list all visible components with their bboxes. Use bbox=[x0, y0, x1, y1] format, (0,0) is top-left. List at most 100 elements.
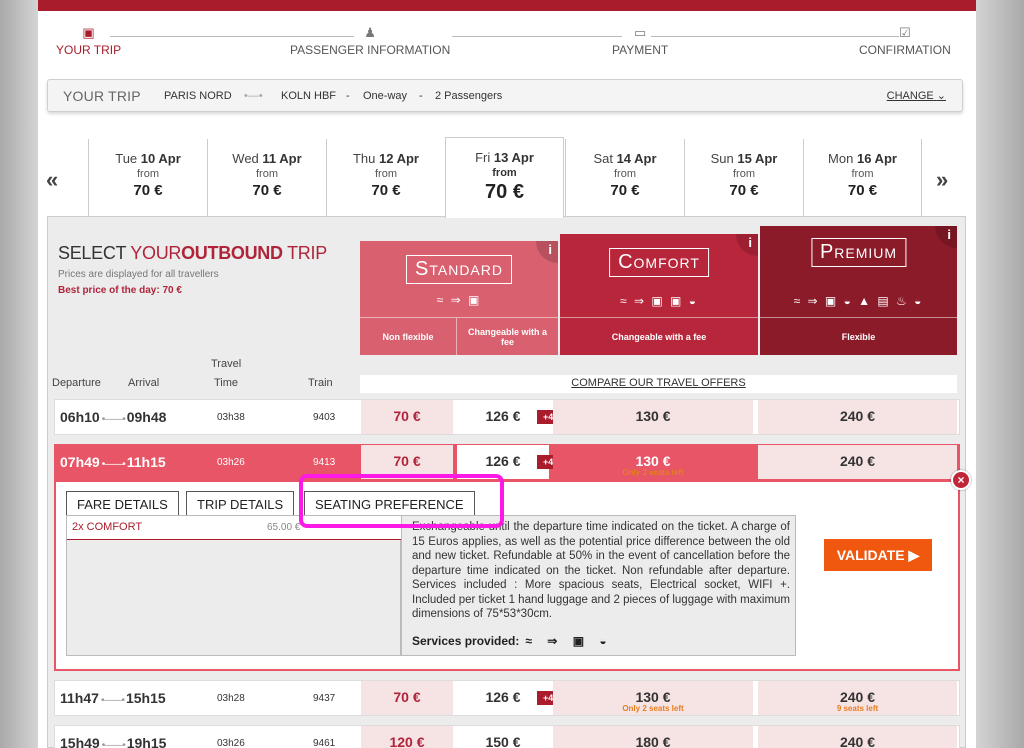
close-icon[interactable]: × bbox=[951, 470, 971, 490]
date-weekday: Tue bbox=[115, 151, 138, 166]
price-value: 126 € bbox=[485, 408, 521, 424]
fare-name: STANDARD bbox=[406, 255, 512, 284]
passenger-icon: ♟ bbox=[364, 25, 376, 40]
fare-details-panel: × FARE DETAILS TRIP DETAILS SEATING PREF… bbox=[54, 470, 971, 671]
price-standard-flex[interactable]: 126 € bbox=[457, 681, 549, 715]
date-day: 13 Apr bbox=[493, 150, 534, 165]
outbound-panel: SELECT YOUROUTBOUND TRIP Prices are disp… bbox=[47, 216, 971, 748]
train-row-selected[interactable]: 07h49 •——• 11h15 03h26 9413 70 € 126 € +4 … bbox=[54, 444, 960, 480]
price-comfort-selected[interactable]: 130 € Only 3 seats left bbox=[553, 445, 753, 479]
price-premium[interactable]: 240 € bbox=[758, 445, 957, 479]
route-arrow-icon: •——• bbox=[101, 414, 126, 425]
fare-comfort-header[interactable]: i COMFORT ≈ ⇒ ▣ ▣ ◒ Changeable with a fe… bbox=[560, 234, 758, 355]
price-premium[interactable]: 240 € bbox=[758, 726, 957, 748]
price-standard-flex[interactable]: 150 € bbox=[457, 726, 549, 748]
fare-cap: C bbox=[618, 251, 634, 273]
chevron-down-icon: ⌄ bbox=[936, 90, 946, 102]
tab-fare-details[interactable]: FARE DETAILS bbox=[66, 491, 179, 516]
price-value: 126 € bbox=[485, 453, 521, 469]
passenger-count: 2 Passengers bbox=[435, 90, 503, 102]
fare-flexibility: Non flexible bbox=[360, 317, 457, 355]
arrival-time: 19h15 bbox=[126, 735, 167, 748]
train-row[interactable]: 11h47 •——• 15h15 03h28 9437 70 € 126 € +4 … bbox=[54, 680, 960, 716]
info-icon[interactable]: i bbox=[736, 234, 758, 256]
date-tab[interactable]: Wed 11 Apr from 70 € bbox=[207, 139, 326, 217]
date-tab[interactable]: Sun 15 Apr from 70 € bbox=[684, 139, 803, 217]
seats-left-note: Only 3 seats left bbox=[622, 468, 684, 477]
train-row[interactable]: 15h49 •——• 19h15 03h26 9461 120 € 150 € 18… bbox=[54, 725, 960, 748]
top-brand-bar bbox=[38, 0, 976, 11]
price-standard[interactable]: 120 € bbox=[361, 726, 453, 748]
col-travel: Travel bbox=[211, 358, 242, 370]
price-note: Prices are displayed for all travellers bbox=[58, 269, 219, 280]
next-dates-button[interactable]: » bbox=[936, 167, 948, 193]
departure-time: 15h49 bbox=[60, 735, 100, 748]
price-value: 240 € bbox=[839, 734, 876, 748]
price-value: 240 € bbox=[839, 408, 876, 424]
fare-flexibility: Changeable with a fee bbox=[457, 317, 558, 355]
date-tab-selected[interactable]: Fri 13 Apr from 70 € bbox=[445, 137, 564, 218]
from-label: from bbox=[137, 168, 159, 180]
col-arrival: Arrival bbox=[128, 377, 160, 389]
change-trip-link[interactable]: CHANGE ⌄ bbox=[887, 89, 946, 102]
departure-time: 07h49 bbox=[60, 454, 100, 470]
price-value: 240 € bbox=[839, 453, 876, 469]
fare-premium-header[interactable]: i PREMIUM ≈ ⇒ ▣ ◒ ▲ ▤ ♨ ◒ Flexible bbox=[760, 226, 957, 355]
price-premium[interactable]: 240 €9 seats left bbox=[758, 681, 957, 715]
date-tab[interactable]: Tue 10 Apr from 70 € bbox=[88, 139, 207, 217]
step-passenger-information[interactable]: ♟ PASSENGER INFORMATION bbox=[290, 25, 450, 58]
separator: - bbox=[419, 90, 423, 102]
travel-duration: 03h26 bbox=[217, 738, 245, 748]
amenity-icons: ≈ ⇒ ▣ bbox=[436, 293, 482, 307]
step-payment[interactable]: ▭ PAYMENT bbox=[612, 25, 669, 58]
info-icon[interactable]: i bbox=[536, 241, 558, 263]
highlight-annotation bbox=[299, 474, 504, 528]
price-premium[interactable]: 240 € bbox=[758, 400, 957, 434]
date-price: 70 € bbox=[847, 182, 878, 199]
step-your-trip[interactable]: ▣ YOUR TRIP bbox=[56, 25, 121, 58]
best-price: Best price of the day: 70 € bbox=[58, 285, 182, 296]
date-price: 70 € bbox=[610, 182, 640, 199]
train-number: 9437 bbox=[313, 693, 336, 704]
price-standard-flex[interactable]: 126 € bbox=[457, 400, 549, 434]
price-value: 150 € bbox=[485, 734, 521, 748]
date-weekday: Thu bbox=[352, 151, 376, 166]
services-provided: Services provided: ≈ ⇒ ▣ ◒ bbox=[412, 634, 613, 648]
fare-flexibility: Flexible bbox=[760, 317, 957, 355]
info-icon[interactable]: i bbox=[935, 226, 957, 248]
tab-trip-details[interactable]: TRIP DETAILS bbox=[186, 491, 295, 516]
step-confirmation[interactable]: ☑ CONFIRMATION bbox=[859, 25, 951, 58]
credit-card-icon: ▭ bbox=[633, 25, 647, 40]
fare-standard-header[interactable]: i STANDARD ≈ ⇒ ▣ Non flexible Changeable… bbox=[360, 241, 558, 355]
booking-page: ▣ YOUR TRIP ♟ PASSENGER INFORMATION ▭ PA… bbox=[38, 0, 976, 748]
date-tab[interactable]: Sat 14 Apr from 70 € bbox=[565, 139, 684, 217]
travel-duration: 03h28 bbox=[217, 693, 245, 704]
suitcase-icon: ▣ bbox=[82, 25, 95, 40]
compare-offers-link[interactable]: COMPARE OUR TRAVEL OFFERS bbox=[360, 375, 957, 393]
fare-line-label: 2x COMFORT bbox=[72, 521, 143, 533]
previous-dates-button[interactable]: « bbox=[46, 167, 58, 193]
date-tab[interactable]: Thu 12 Apr from 70 € bbox=[326, 139, 445, 217]
step-label: PAYMENT bbox=[612, 43, 669, 57]
from-label: from bbox=[375, 168, 397, 180]
date-tab[interactable]: Mon 16 Apr from 70 € bbox=[803, 139, 922, 217]
date-price: 70 € bbox=[485, 181, 524, 203]
price-comfort[interactable]: 130 € Only 2 seats left bbox=[553, 681, 753, 715]
train-row[interactable]: 06h10 •——• 09h48 03h38 9403 70 € 126 € +4 … bbox=[54, 399, 960, 435]
date-weekday: Wed bbox=[232, 151, 259, 166]
date-price: 70 € bbox=[252, 182, 282, 199]
heading-part: TRIP bbox=[287, 243, 327, 263]
check-icon: ☑ bbox=[899, 25, 911, 40]
price-standard[interactable]: 70 € bbox=[361, 400, 453, 434]
train-times: 11h47 •——• 15h15 bbox=[60, 690, 166, 706]
price-comfort[interactable]: 180 € bbox=[553, 726, 753, 748]
price-standard[interactable]: 70 € bbox=[361, 681, 453, 715]
price-comfort[interactable]: 130 € bbox=[553, 400, 753, 434]
validate-button[interactable]: VALIDATE ▶ bbox=[824, 539, 932, 571]
col-train: Train bbox=[308, 377, 333, 389]
col-time: Time bbox=[214, 377, 239, 389]
price-value: 70 € bbox=[393, 453, 421, 469]
fare-conditions-text: Exchangeable until the departure time in… bbox=[412, 521, 790, 620]
date-day: 10 Apr bbox=[140, 151, 181, 166]
services-label: Services provided: bbox=[412, 634, 520, 648]
